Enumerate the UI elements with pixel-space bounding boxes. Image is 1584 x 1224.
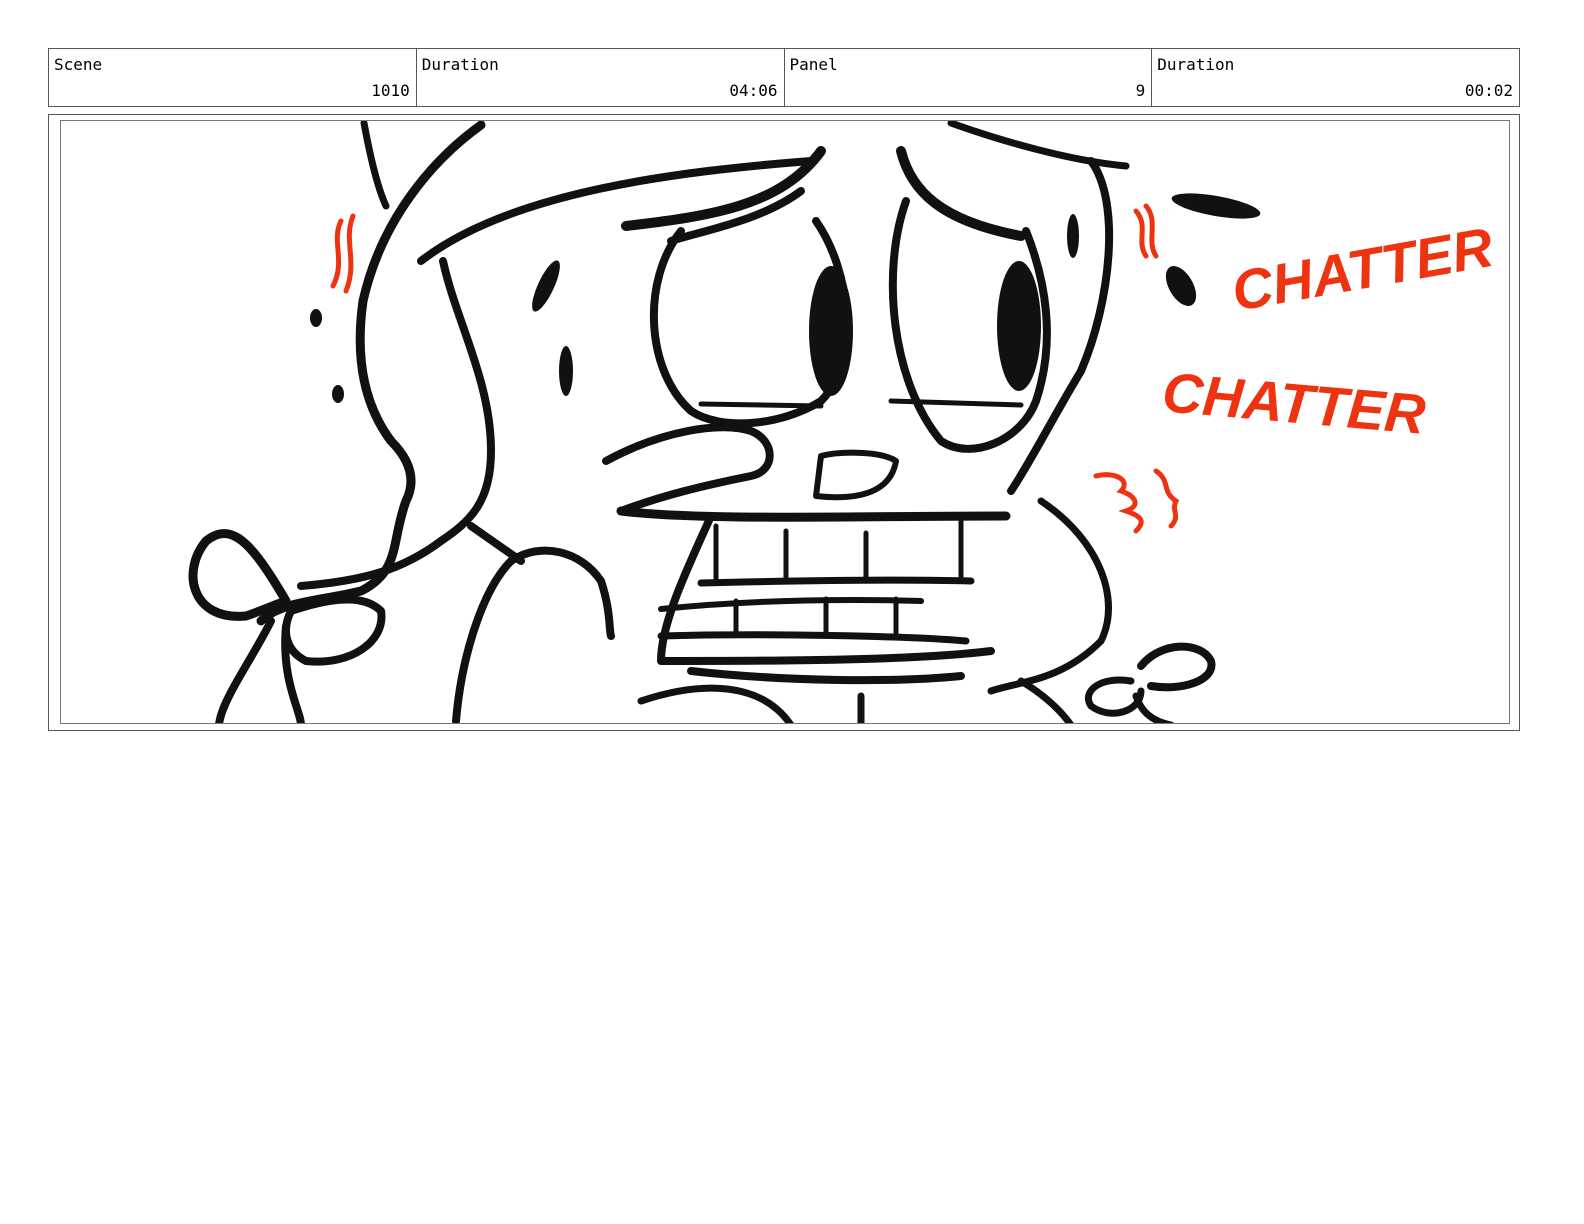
upper-lip: [616, 506, 1011, 522]
bow-left-ribbon: [215, 617, 305, 723]
panel-drawing: CHATTER CHATTER: [188, 121, 1498, 723]
jaw-right: [987, 497, 1112, 695]
panel-duration-label: Duration: [1157, 55, 1235, 74]
shake-mark-right-1: [1133, 208, 1149, 259]
eyebrow-right: [896, 146, 1026, 241]
bow-right-loop-1: [1137, 642, 1216, 692]
hair-outline-left: [256, 121, 486, 626]
teeth-line-bottom: [657, 631, 970, 645]
shake-mark-chin-1: [1093, 472, 1144, 534]
shake-marks: [330, 203, 1180, 534]
upper-teeth: [713, 518, 964, 584]
teeth-line-mid: [658, 596, 924, 612]
panel-cell: Panel 9: [785, 49, 1153, 106]
sweat-drop-1: [1171, 193, 1261, 219]
chin: [687, 667, 965, 685]
panel-label: Panel: [789, 55, 838, 74]
nose: [813, 449, 899, 501]
shake-mark-right-2: [1143, 203, 1159, 259]
scene-number: 1010: [371, 81, 410, 100]
hair-stroke: [360, 121, 390, 210]
scene-duration-label: Duration: [421, 55, 499, 74]
sweat-drop-3: [310, 309, 322, 327]
bow-right-ribbon: [1132, 692, 1174, 723]
storyboard-panel-frame: CHATTER CHATTER: [48, 114, 1520, 731]
panel-duration-cell: Duration 00:02: [1152, 49, 1519, 106]
hand: [602, 423, 774, 515]
collar: [467, 522, 525, 565]
scene-cell: Scene 1010: [49, 49, 417, 106]
right-pupil: [997, 261, 1041, 391]
sweat-drop-4: [332, 385, 344, 403]
scene-label: Scene: [54, 55, 103, 74]
panel-number: 9: [1135, 81, 1146, 100]
left-pupil: [809, 266, 853, 396]
storyboard-panel-image: CHATTER CHATTER: [60, 120, 1510, 724]
sweat-drop-7: [1067, 214, 1079, 258]
shake-mark-chin-2: [1153, 468, 1180, 529]
scene-duration-cell: Duration 04:06: [417, 49, 785, 106]
scene-duration-value: 04:06: [729, 81, 778, 100]
bow-left-loop-1: [188, 529, 291, 621]
teeth-line-top: [697, 576, 975, 587]
shake-mark-left-1: [330, 218, 344, 289]
hair-right: [947, 121, 1130, 170]
shake-mark-left-2: [343, 213, 356, 294]
sweat-drop-5: [532, 260, 560, 312]
sweat-drop-6: [559, 346, 573, 396]
hairline: [417, 157, 815, 265]
sfx-chatter-1: CHATTER: [1227, 215, 1498, 323]
storyboard-header: Scene 1010 Duration 04:06 Panel 9 Durati…: [48, 48, 1520, 107]
left-eye-lid: [698, 401, 824, 409]
panel-duration-value: 00:02: [1464, 81, 1513, 100]
sweat-drop-2: [1165, 266, 1197, 306]
sfx-chatter-2: CHATTER: [1160, 360, 1428, 446]
bow-left-loop-2: [282, 595, 386, 666]
shoulder: [452, 546, 615, 723]
right-eye-lid: [888, 398, 1024, 408]
